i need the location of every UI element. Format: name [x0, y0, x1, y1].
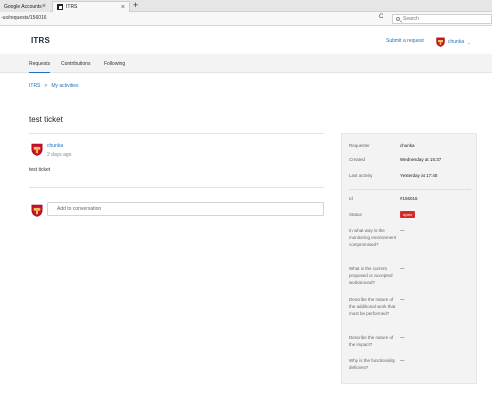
field-value: —	[400, 358, 405, 363]
site-logo[interactable]: ITRS	[31, 36, 50, 45]
field-label: Describe the nature of the impact?	[349, 335, 394, 347]
field-value: —	[400, 228, 405, 233]
breadcrumb-itrs[interactable]: ITRS	[29, 83, 40, 89]
field-label: Why is the functionality deficient?	[349, 358, 396, 370]
created-value: Wednesday at 15:37	[400, 157, 442, 162]
breadcrumb: ITRS > My activities	[29, 83, 79, 89]
last-activity-value: Yesterday at 17:45	[400, 173, 438, 178]
sidebar-divider	[349, 189, 471, 190]
avatar-icon	[31, 204, 43, 217]
breadcrumb-separator: >	[44, 83, 48, 89]
field-value: —	[400, 335, 405, 340]
field-label: In what way is the monitoring environmen…	[349, 228, 397, 247]
divider	[29, 133, 324, 134]
request-details-sidebar: Requester chunka Created Wednesday at 15…	[341, 133, 477, 384]
field-value: —	[400, 297, 405, 302]
field-value: —	[400, 266, 405, 271]
tab-contributions[interactable]: Contributions	[61, 61, 90, 67]
comment-body: test ticket	[29, 167, 51, 173]
page-title: test ticket	[29, 115, 63, 124]
submit-request-link[interactable]: Submit a request	[386, 38, 424, 44]
user-avatar-icon	[436, 37, 445, 47]
browser-search-input[interactable]: Search	[392, 14, 492, 24]
close-tab-icon[interactable]: ×	[121, 4, 125, 11]
search-placeholder: Search	[403, 16, 419, 22]
url-field[interactable]: -us/requests/156016	[1, 15, 47, 21]
user-menu[interactable]: chunka ⌄	[436, 37, 470, 47]
author-avatar	[31, 143, 43, 156]
reply-avatar	[31, 204, 43, 217]
user-name: chunka	[448, 39, 465, 45]
tab-label: Google Accounts	[4, 3, 42, 10]
comment-timestamp: 2 days ago	[47, 152, 72, 158]
field-label: What is the current proposed or accepted…	[349, 266, 393, 285]
reload-icon[interactable]: C	[379, 14, 383, 20]
id-value: #156016	[400, 196, 418, 201]
id-label: Id	[349, 196, 353, 201]
add-to-conversation-input[interactable]: Add to conversation	[47, 202, 324, 216]
address-bar: -us/requests/156016 C Search	[0, 12, 492, 26]
search-icon	[396, 17, 400, 21]
status-label: Status	[349, 212, 362, 217]
chevron-down-icon: ⌄	[467, 39, 471, 45]
requester-value: chunka	[400, 143, 415, 148]
tab-label: ITRS	[66, 4, 78, 10]
tab-requests[interactable]: Requests	[29, 61, 51, 73]
created-label: Created	[349, 157, 366, 162]
breadcrumb-my-activities[interactable]: My activities	[51, 83, 78, 89]
tab-itrs[interactable]: ITRS ×	[52, 1, 130, 12]
new-tab-button[interactable]: +	[133, 0, 138, 11]
last-activity-label: Last activity	[349, 173, 373, 178]
author-name-link[interactable]: chunka	[47, 143, 63, 149]
requester-label: Requester	[349, 143, 370, 148]
divider	[29, 187, 324, 188]
field-label: Describe the nature of the additional wo…	[349, 297, 396, 316]
site-favicon-icon	[57, 4, 63, 10]
close-tab-icon[interactable]: ×	[42, 3, 46, 10]
sub-navigation: Requests Contributions Following	[0, 54, 492, 73]
tab-google-accounts[interactable]: Google Accounts ×	[0, 1, 50, 12]
tab-following[interactable]: Following	[104, 61, 125, 67]
browser-tab-bar: Google Accounts × ITRS × +	[0, 0, 492, 12]
status-badge: open	[400, 211, 415, 218]
avatar-icon	[31, 143, 43, 156]
